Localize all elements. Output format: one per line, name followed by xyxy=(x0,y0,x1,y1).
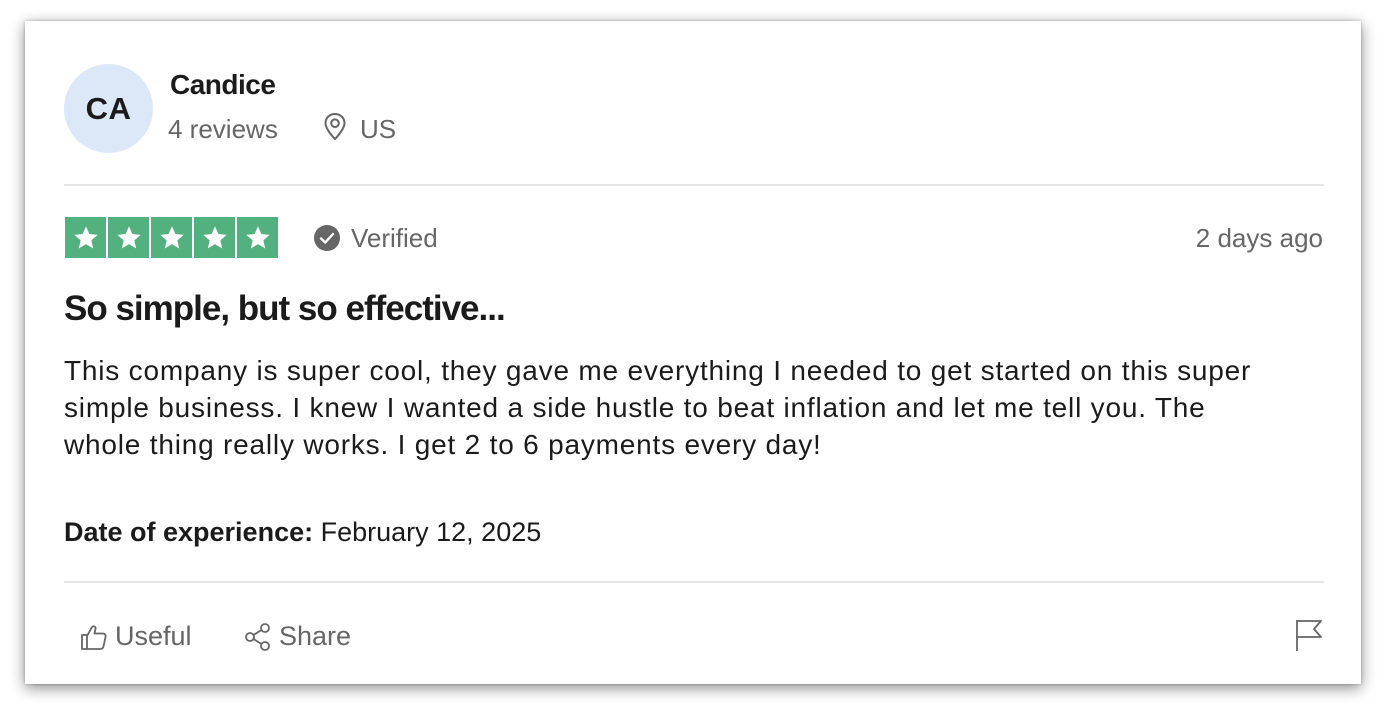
thumbs-up-icon xyxy=(81,624,107,650)
share-button[interactable]: Share xyxy=(243,621,351,652)
star-icon xyxy=(151,217,192,258)
review-posted-date: 2 days ago xyxy=(1195,223,1323,253)
share-icon xyxy=(245,622,270,651)
star-rating xyxy=(65,217,278,258)
footer-divider xyxy=(64,581,1324,583)
date-of-experience: Date of experience: February 12, 2025 xyxy=(64,517,541,548)
star-icon xyxy=(65,217,106,258)
verified-check-icon xyxy=(314,225,340,251)
reviewer-review-count: 4 reviews xyxy=(168,114,278,144)
avatar-initials: CA xyxy=(85,90,132,126)
flag-icon[interactable] xyxy=(1294,618,1324,652)
header-divider xyxy=(64,184,1324,186)
review-title[interactable]: So simple, but so effective... xyxy=(64,289,506,329)
star-icon xyxy=(194,217,235,258)
avatar[interactable]: CA xyxy=(64,64,153,153)
location-pin-icon xyxy=(324,112,346,141)
useful-button[interactable]: Useful xyxy=(79,621,192,652)
verified-label[interactable]: Verified xyxy=(351,223,438,254)
star-icon xyxy=(237,217,278,258)
date-of-experience-value: February 12, 2025 xyxy=(320,517,542,547)
review-body: This company is super cool, they gave me… xyxy=(64,355,1252,460)
date-of-experience-label: Date of experience: xyxy=(64,517,314,547)
reviewer-name[interactable]: Candice xyxy=(170,69,276,101)
share-label: Share xyxy=(279,621,352,651)
useful-label: Useful xyxy=(115,621,192,651)
star-icon xyxy=(108,217,149,258)
review-card: CA Candice 4 reviews US Verified 2 days … xyxy=(25,21,1361,684)
reviewer-location: US xyxy=(360,114,397,144)
